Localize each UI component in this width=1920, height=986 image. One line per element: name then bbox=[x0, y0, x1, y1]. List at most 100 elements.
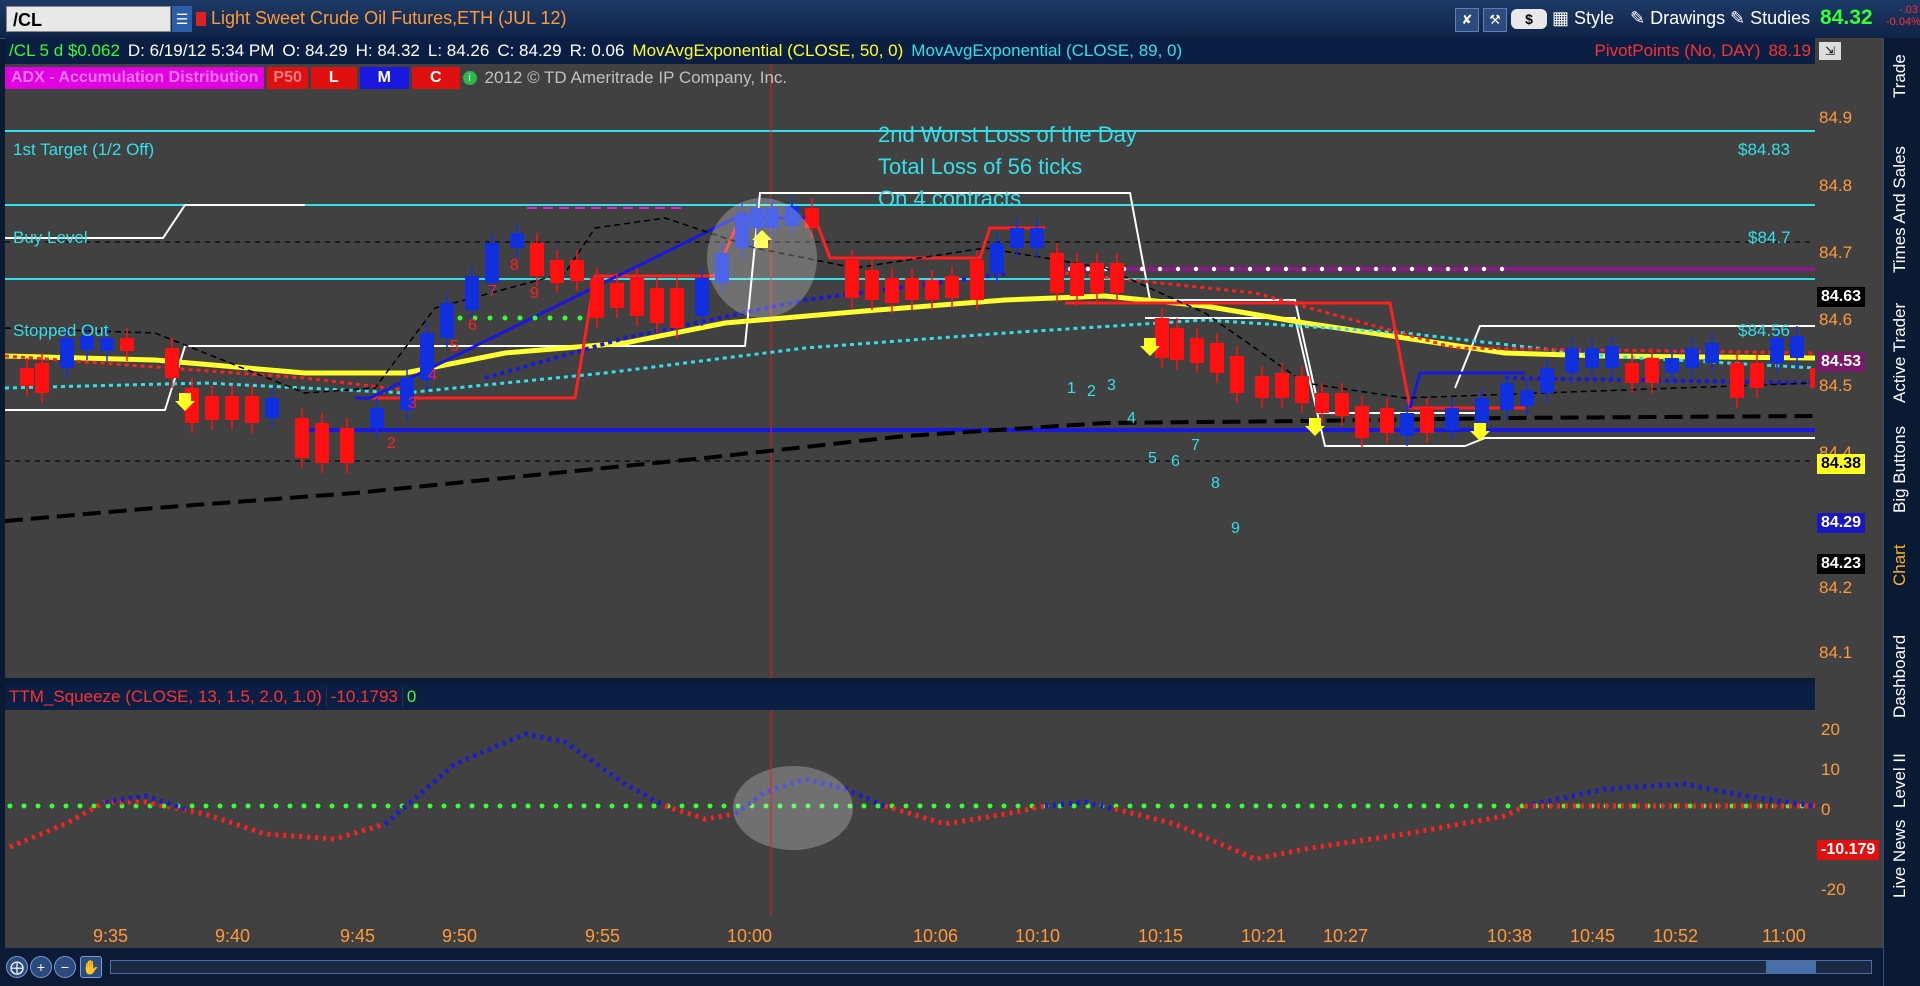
adx-study-label[interactable]: ADX - Accumulation Distribution bbox=[5, 67, 265, 89]
annotation-line-2: Total Loss of 56 ticks bbox=[878, 154, 1083, 179]
ttm-zero-dot bbox=[1337, 803, 1343, 809]
ttm-zero-dot bbox=[49, 803, 55, 809]
candle-body bbox=[970, 260, 984, 300]
ttm-red-1 bbox=[9, 799, 386, 850]
ttm-panel[interactable]: TTM_Squeeze (CLOSE, 13, 1.5, 2.0, 1.0) -… bbox=[5, 684, 1815, 916]
ttm-zero-dot bbox=[1295, 803, 1301, 809]
price-tick: 84.1 bbox=[1819, 643, 1853, 662]
candle-body bbox=[865, 270, 879, 300]
dot bbox=[1283, 266, 1289, 272]
price-change: -.03 -0.04% bbox=[1886, 4, 1920, 28]
ttm-study-label[interactable]: TTM_Squeeze (CLOSE, 13, 1.5, 2.0, 1.0) bbox=[5, 687, 326, 707]
ttm-zero-dot bbox=[1001, 803, 1007, 809]
candle-body bbox=[670, 288, 684, 328]
dollar-button[interactable]: $ bbox=[1511, 9, 1547, 29]
ttm-blue-4 bbox=[1524, 781, 1815, 809]
symbol-input[interactable]: /CL bbox=[6, 6, 171, 32]
l-badge[interactable]: L bbox=[310, 67, 357, 89]
count-cyan: 7 bbox=[1191, 437, 1200, 454]
dot bbox=[1085, 266, 1091, 272]
ttm-zero-dot bbox=[441, 803, 447, 809]
dot bbox=[532, 315, 538, 321]
ttm-zero-dot bbox=[1575, 803, 1581, 809]
ttm-zero-dot bbox=[1169, 803, 1175, 809]
price-panel[interactable]: 23456789123456789 /CL 5 d $0.062 D: 6/19… bbox=[5, 38, 1815, 678]
side-tab-bar: Trade Times And Sales Active Trader Big But… bbox=[1883, 38, 1920, 986]
zoom-out-icon[interactable]: − bbox=[54, 956, 76, 978]
side-tab-dashboard[interactable]: Dashboard bbox=[1890, 635, 1910, 718]
price-tick: 84.6 bbox=[1819, 310, 1853, 329]
candle-body bbox=[1475, 398, 1489, 423]
drawings-label: Drawings bbox=[1650, 8, 1726, 28]
candle-body bbox=[990, 243, 1004, 273]
side-tab-trade[interactable]: Trade bbox=[1890, 54, 1910, 98]
crosshair-cursor-icon[interactable]: ⇲ bbox=[1819, 42, 1841, 60]
ttm-zero-dot bbox=[371, 803, 377, 809]
candle-body bbox=[1420, 408, 1434, 433]
studies-button[interactable]: ✎ Studies bbox=[1730, 8, 1810, 29]
count-cyan: 1 bbox=[1067, 380, 1076, 397]
candle-body bbox=[340, 428, 354, 463]
dot bbox=[1337, 266, 1343, 272]
ttm-chart-svg[interactable] bbox=[5, 684, 1815, 916]
dot bbox=[1247, 266, 1253, 272]
ttm-zero-dot bbox=[497, 803, 503, 809]
ttm-zero-dot bbox=[525, 803, 531, 809]
dot bbox=[1481, 266, 1487, 272]
candle-body bbox=[650, 288, 664, 323]
candle-body bbox=[315, 423, 329, 463]
tools-icon[interactable]: ✘ bbox=[1455, 8, 1479, 32]
ttm-zero-dot bbox=[1225, 803, 1231, 809]
price-scale[interactable]: ⇲ 84.9 84.8 84.7 84.6 84.5 84.4 84.2 84.1 84.63… bbox=[1815, 38, 1883, 948]
ttm-zero-dot bbox=[609, 803, 615, 809]
ttm-zero-dot bbox=[1631, 803, 1637, 809]
study-pivot[interactable]: PivotPoints (No, DAY) bbox=[1590, 41, 1764, 61]
time-tick: 9:35 bbox=[93, 926, 129, 946]
ttm-zero-dot bbox=[721, 803, 727, 809]
side-tab-active-trader[interactable]: Active Trader bbox=[1890, 303, 1910, 403]
side-tab-big-buttons[interactable]: Big Buttons bbox=[1890, 426, 1910, 513]
bar-low: L: 84.26 bbox=[427, 41, 490, 60]
side-tab-times-and-sales[interactable]: Times And Sales bbox=[1890, 146, 1910, 273]
candle-body bbox=[1665, 358, 1679, 373]
p50-badge[interactable]: P50 bbox=[267, 67, 308, 89]
dot bbox=[1157, 266, 1163, 272]
symbol-dropdown-button[interactable]: ☰ bbox=[172, 6, 192, 32]
side-tab-chart[interactable]: Chart bbox=[1890, 544, 1910, 586]
candle-body bbox=[845, 260, 859, 298]
drawings-button[interactable]: ✎ Drawings bbox=[1630, 8, 1725, 29]
dot bbox=[487, 315, 493, 321]
price-box-84-63: 84.63 bbox=[1817, 287, 1866, 307]
bar-open: O: 84.29 bbox=[282, 41, 348, 60]
crosshair-icon[interactable]: ⨁ bbox=[6, 956, 28, 978]
chart-area[interactable]: 23456789123456789 /CL 5 d $0.062 D: 6/19… bbox=[5, 38, 1815, 956]
candle-body bbox=[20, 368, 34, 386]
scrollbar-thumb[interactable] bbox=[1766, 961, 1816, 973]
style-button[interactable]: ▦ Style bbox=[1552, 8, 1614, 29]
ttm-zero-dot bbox=[539, 803, 545, 809]
c-badge[interactable]: C bbox=[411, 67, 460, 89]
study-ma50[interactable]: MovAvgExponential (CLOSE, 50, 0) bbox=[628, 41, 907, 61]
candle-body bbox=[570, 260, 584, 281]
hand-pan-icon[interactable]: ✋ bbox=[80, 956, 102, 978]
zoom-in-icon[interactable]: + bbox=[30, 956, 52, 978]
ttm-zero-dot bbox=[1407, 803, 1413, 809]
count-cyan: 4 bbox=[1127, 410, 1136, 427]
time-tick: 10:38 bbox=[1487, 926, 1533, 946]
ttm-tick: -20 bbox=[1821, 880, 1846, 899]
trade-annotation[interactable]: 2nd Worst Loss of the Day Total Loss of … bbox=[878, 119, 1137, 215]
candle-body bbox=[1605, 346, 1619, 368]
count-red: 6 bbox=[468, 317, 477, 334]
copyright-text: 2012 © TD Ameritrade IP Company, Inc. bbox=[484, 68, 788, 87]
wrench-icon[interactable]: ⚒ bbox=[1483, 8, 1507, 32]
ttm-zero-dot bbox=[1267, 803, 1273, 809]
time-tick: 9:45 bbox=[340, 926, 376, 946]
time-scrollbar[interactable] bbox=[110, 960, 1872, 974]
candle-body bbox=[1625, 363, 1639, 383]
side-tab-level-ii[interactable]: Level II bbox=[1890, 753, 1910, 808]
study-ma89[interactable]: MovAvgExponential (CLOSE, 89, 0) bbox=[907, 41, 1186, 61]
info-icon[interactable]: i bbox=[462, 71, 477, 85]
side-tab-live-news[interactable]: Live News bbox=[1890, 820, 1910, 898]
ttm-zero-dot bbox=[917, 803, 923, 809]
m-badge[interactable]: M bbox=[359, 67, 409, 89]
